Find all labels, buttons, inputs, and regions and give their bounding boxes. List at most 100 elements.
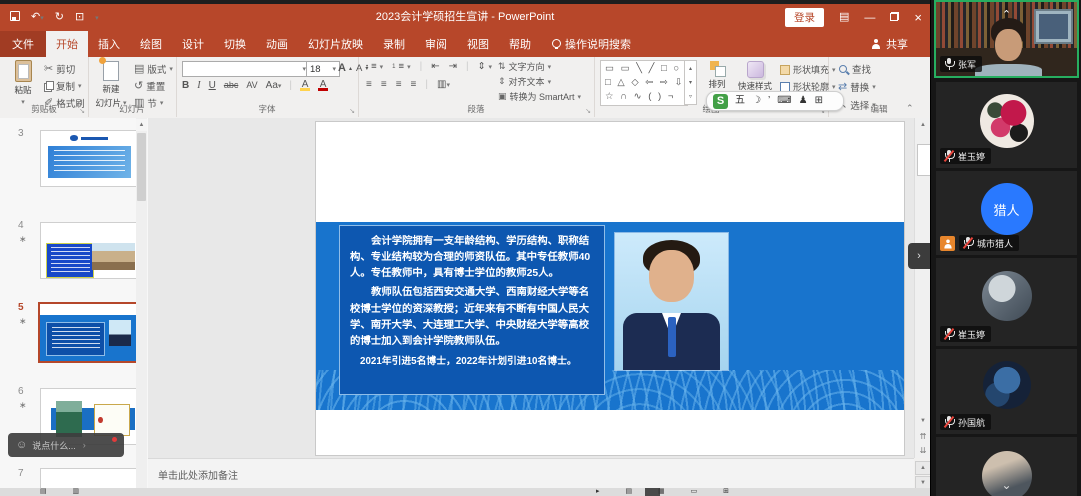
thumbnail-scrollbar[interactable]: ▲: [136, 118, 147, 490]
align-text-button[interactable]: ⇕对齐文本▾: [498, 75, 581, 88]
notes-scrollbar[interactable]: ▲ ▼: [914, 460, 930, 488]
highlight-button[interactable]: A: [300, 79, 310, 91]
find-button[interactable]: 查找: [838, 62, 876, 76]
italic-button[interactable]: I: [197, 80, 200, 91]
tab-review[interactable]: 审阅: [415, 31, 457, 57]
tab-transitions[interactable]: 切换: [214, 31, 256, 57]
shapes-gallery-scroll[interactable]: ▴ ▾ ▿: [684, 60, 697, 105]
sidebar-scroll-down-icon[interactable]: ⌄: [1001, 478, 1011, 492]
font-size-combobox[interactable]: 18▾: [306, 61, 340, 77]
scroll-down-button[interactable]: ▼: [915, 414, 931, 428]
increase-indent-button[interactable]: ⇥: [449, 61, 457, 72]
login-button[interactable]: 登录: [785, 8, 824, 27]
tab-draw[interactable]: 绘图: [130, 31, 172, 57]
participant-tile-zhangjun[interactable]: ⌃ 张军: [936, 2, 1077, 76]
character-spacing-button[interactable]: AV: [246, 80, 257, 90]
canvas-scrollbar-thumb[interactable]: [917, 144, 931, 176]
tab-slideshow[interactable]: 幻灯片放映: [298, 31, 373, 57]
ribbon-display-options-button[interactable]: ▤: [839, 12, 849, 23]
align-center-button[interactable]: ≡: [381, 79, 387, 90]
ime-moon-icon[interactable]: ☽: [752, 96, 761, 106]
layout-button[interactable]: ▤版式▾: [134, 62, 173, 76]
thumbnail-scrollbar-thumb[interactable]: [137, 133, 146, 201]
thumbnail-scroll-up-icon[interactable]: ▲: [136, 119, 147, 131]
restore-button[interactable]: [890, 12, 899, 24]
ime-wubi-button[interactable]: 五: [735, 96, 745, 106]
tab-animations[interactable]: 动画: [256, 31, 298, 57]
minimize-button[interactable]: —: [864, 12, 875, 24]
slide-5-thumbnail-selected[interactable]: [38, 302, 141, 363]
ime-keyboard-icon[interactable]: ⌨: [777, 96, 791, 106]
current-slide[interactable]: 会计学院拥有一支年龄结构、学历结构、职称结构、专业结构较为合理的师资队伍。其中专…: [316, 122, 904, 455]
strikethrough-button[interactable]: abc: [224, 80, 239, 90]
change-case-button[interactable]: Aa▾: [266, 80, 282, 91]
grow-font-button[interactable]: A▴: [338, 62, 352, 74]
text-direction-button[interactable]: ⇅文字方向▾: [498, 60, 581, 73]
clipboard-dialog-launcher[interactable]: ↘: [79, 107, 85, 115]
convert-smartart-button[interactable]: ▣转换为 SmartArt▾: [498, 90, 581, 103]
font-name-combobox[interactable]: ▾: [182, 61, 310, 77]
next-slide-button[interactable]: ⇊: [915, 444, 931, 458]
close-button[interactable]: ×: [914, 10, 922, 25]
quick-styles-button[interactable]: 快速样式: [734, 61, 776, 92]
share-button[interactable]: 共享: [849, 31, 930, 57]
canvas-scrollbar[interactable]: ▲ ▼ ⇈ ⇊: [914, 118, 931, 458]
participant-tile-cuiyuting-1[interactable]: 崔玉婷: [936, 82, 1077, 168]
tab-home[interactable]: 开始: [46, 31, 88, 57]
columns-button[interactable]: ▥▾: [437, 79, 450, 90]
line-spacing-button[interactable]: ⇕▾: [478, 61, 492, 72]
portrait-photo[interactable]: [615, 233, 728, 370]
numbering-button[interactable]: 1≡▾: [392, 61, 410, 72]
collapse-ribbon-button[interactable]: ⌃: [906, 103, 914, 114]
smiley-icon[interactable]: ☺: [16, 439, 27, 451]
font-dialog-launcher[interactable]: ↘: [349, 107, 355, 115]
shapes-scroll-down-icon[interactable]: ▾: [689, 79, 692, 86]
participant-tile-chengshilieren[interactable]: 猎人 城市猎人: [936, 171, 1077, 255]
undo-button[interactable]: ↶▾: [31, 12, 44, 23]
participant-tile-cuiyuting-2[interactable]: 崔玉婷: [936, 258, 1077, 346]
font-color-button[interactable]: A: [318, 79, 328, 91]
sidebar-collapse-up-icon[interactable]: ⌃: [1002, 8, 1011, 21]
customize-qat-button[interactable]: ▾: [95, 12, 99, 23]
notes-placeholder[interactable]: 单击此处添加备注: [158, 467, 238, 482]
sidebar-collapse-handle[interactable]: ›: [908, 243, 930, 269]
shapes-gallery[interactable]: ▭ ▭ ╲ ╱ □ ○ □ △ ◇ ⇦ ⇨ ⇩ ☆ ∩ ∿ ( ) ¬: [600, 60, 688, 106]
align-left-button[interactable]: ≡: [366, 79, 372, 90]
paragraph-dialog-launcher[interactable]: ↘: [585, 107, 591, 115]
shapes-more-icon[interactable]: ▿: [689, 93, 692, 100]
align-right-button[interactable]: ≡: [396, 79, 402, 90]
arrange-button[interactable]: 排列: [702, 61, 732, 90]
cut-button[interactable]: ✂剪切: [44, 62, 85, 76]
replace-button[interactable]: ⇄替换▾: [838, 80, 876, 94]
redo-button[interactable]: ↻: [55, 12, 64, 23]
paste-button[interactable]: 粘贴 ▾: [6, 60, 40, 106]
ime-punctuation-icon[interactable]: ’: [768, 96, 770, 106]
notes-scroll-up-icon[interactable]: ▲: [915, 461, 931, 475]
new-slide-button[interactable]: 新建 幻灯片▾: [92, 60, 130, 109]
tab-insert[interactable]: 插入: [88, 31, 130, 57]
save-button[interactable]: [10, 11, 20, 24]
sogou-logo-icon[interactable]: S: [713, 94, 728, 109]
start-slideshow-button[interactable]: ⊡: [75, 12, 84, 23]
slide-3-thumbnail[interactable]: [40, 130, 139, 187]
scroll-up-button[interactable]: ▲: [915, 118, 931, 132]
underline-button[interactable]: U: [209, 80, 216, 91]
chat-overlay[interactable]: ☺ 说点什么... ›: [8, 433, 124, 457]
tab-view[interactable]: 视图: [457, 31, 499, 57]
ime-person-icon[interactable]: ♟: [799, 96, 808, 106]
tab-help[interactable]: 帮助: [499, 31, 541, 57]
tell-me-search[interactable]: 操作说明搜索: [541, 31, 641, 57]
justify-button[interactable]: ≡: [411, 79, 417, 90]
slide-7-thumbnail[interactable]: [40, 468, 139, 490]
tab-design[interactable]: 设计: [172, 31, 214, 57]
participant-tile-sunguohang[interactable]: 孙国航: [936, 349, 1077, 434]
reset-button[interactable]: ↺重置: [134, 79, 173, 93]
slide-text-box[interactable]: 会计学院拥有一支年龄结构、学历结构、职称结构、专业结构较为合理的师资队伍。其中专…: [339, 225, 605, 395]
slide-banner-graphic[interactable]: 会计学院拥有一支年龄结构、学历结构、职称结构、专业结构较为合理的师资队伍。其中专…: [316, 222, 904, 410]
bold-button[interactable]: B: [182, 80, 189, 91]
bullets-button[interactable]: •≡▾: [366, 61, 383, 72]
shapes-scroll-up-icon[interactable]: ▴: [689, 65, 692, 72]
chat-chevron-icon[interactable]: ›: [83, 440, 86, 450]
previous-slide-button[interactable]: ⇈: [915, 430, 931, 444]
chat-input-placeholder[interactable]: 说点什么...: [32, 439, 76, 452]
